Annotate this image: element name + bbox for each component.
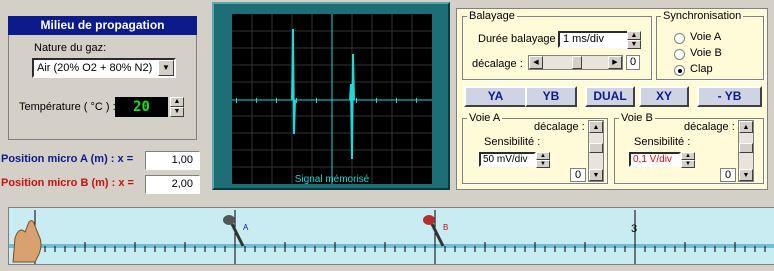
pos-a-input[interactable]: 1,00 xyxy=(145,151,200,170)
distance-ruler: 3 A B xyxy=(8,207,774,265)
scroll-right-button[interactable]: ▶ xyxy=(608,56,622,69)
voie-b-legend: Voie B xyxy=(621,112,653,124)
voie-a-sens-select[interactable]: 50 mV/div xyxy=(479,152,536,167)
sync-legend: Synchronisation xyxy=(663,10,742,22)
voie-b-sens-up[interactable]: ▲ xyxy=(681,152,695,160)
temp-down-button[interactable]: ▼ xyxy=(170,107,184,117)
pos-a-label: Position micro A (m) : x = xyxy=(1,153,134,165)
duree-select[interactable]: 1 ms/div xyxy=(558,31,630,48)
radio-voie-a[interactable] xyxy=(674,33,685,44)
oscilloscope-screen: Signal mémorisé xyxy=(232,14,432,185)
voie-b-scroll-value: 0 xyxy=(720,168,736,182)
sync-option-clap: Clap xyxy=(690,63,713,75)
duree-select-value: 1 ms/div xyxy=(563,33,604,45)
mode-dual-button[interactable]: DUAL xyxy=(585,86,635,107)
scope-caption: Signal mémorisé xyxy=(295,174,370,184)
voie-a-offset-scrollbar[interactable]: ▲ ▼ xyxy=(588,120,604,182)
voie-b-sens-value: 0,1 V/div xyxy=(633,154,672,165)
duree-up-button[interactable]: ▲ xyxy=(627,31,641,40)
scope-axes xyxy=(232,14,432,184)
microphone-b-icon[interactable]: B xyxy=(423,215,448,247)
voie-b-offset-thumb[interactable] xyxy=(739,143,753,153)
voie-a-decalage-label: décalage : xyxy=(534,121,585,133)
chevron-up-icon[interactable]: ▲ xyxy=(589,121,603,133)
hand-clap-icon[interactable] xyxy=(12,220,42,263)
chevron-down-icon[interactable]: ▼ xyxy=(739,169,753,181)
sync-option-voie-b: Voie B xyxy=(690,47,722,59)
duree-label: Durée balayage : xyxy=(478,33,562,45)
voie-a-sens-label: Sensibilité : xyxy=(484,136,541,148)
chevron-down-icon[interactable]: ▼ xyxy=(589,169,603,181)
balayage-scrollbar[interactable]: ◀ ▶ xyxy=(528,55,623,70)
mode-minus-yb-button[interactable]: - YB xyxy=(697,86,762,107)
sync-option-voie-a: Voie A xyxy=(690,31,722,43)
voie-b-sens-select[interactable]: 0,1 V/div xyxy=(629,152,681,167)
balayage-decalage-label: décalage : xyxy=(472,58,523,70)
voie-a-sens-up[interactable]: ▲ xyxy=(536,152,550,160)
gas-label: Nature du gaz: xyxy=(34,42,107,54)
scroll-thumb[interactable] xyxy=(572,56,582,69)
microphone-a-icon[interactable]: A xyxy=(223,215,249,247)
balayage-legend: Balayage xyxy=(469,10,515,22)
chevron-up-icon[interactable]: ▲ xyxy=(739,121,753,133)
ruler-label-3: 3 xyxy=(631,223,637,235)
voie-b-sens-down[interactable]: ▼ xyxy=(681,160,695,168)
scroll-left-button[interactable]: ◀ xyxy=(529,56,543,69)
mic-b-label: B xyxy=(443,223,448,232)
balayage-scroll-value: 0 xyxy=(626,55,640,70)
mode-yb-button[interactable]: YB xyxy=(525,86,577,107)
gas-select-value: Air (20% O2 + 80% N2) xyxy=(37,62,153,74)
mode-ya-button[interactable]: YA xyxy=(464,86,527,107)
pos-b-label: Position micro B (m) : x = xyxy=(1,177,134,189)
ruler-svg: 3 A B xyxy=(9,210,774,264)
voie-b-offset-scrollbar[interactable]: ▲ ▼ xyxy=(738,120,754,182)
temperature-label: Température ( °C ) : xyxy=(19,101,116,113)
voie-a-scroll-value: 0 xyxy=(570,168,586,182)
temp-up-button[interactable]: ▲ xyxy=(170,97,184,107)
voie-a-sens-down[interactable]: ▼ xyxy=(536,160,550,168)
chevron-down-icon[interactable]: ▼ xyxy=(158,60,174,76)
radio-voie-b[interactable] xyxy=(674,49,685,60)
mic-a-label: A xyxy=(243,223,249,232)
mode-xy-button[interactable]: XY xyxy=(639,86,689,107)
panel-title: Milieu de propagation xyxy=(8,16,197,35)
voie-b-sens-label: Sensibilité : xyxy=(634,136,691,148)
pos-b-input[interactable]: 2,00 xyxy=(145,175,200,194)
voie-a-legend: Voie A xyxy=(469,112,501,124)
gas-select[interactable]: Air (20% O2 + 80% N2) ▼ xyxy=(32,58,176,78)
radio-clap[interactable] xyxy=(674,65,685,76)
temperature-display: 20 xyxy=(115,97,168,117)
scope-trace-svg: Signal mémorisé xyxy=(232,14,432,185)
voie-a-sens-value: 50 mV/div xyxy=(483,154,528,165)
voie-b-decalage-label: décalage : xyxy=(684,121,735,133)
duree-down-button[interactable]: ▼ xyxy=(627,40,641,49)
ruler-band xyxy=(9,244,774,248)
voie-a-offset-thumb[interactable] xyxy=(589,143,603,153)
